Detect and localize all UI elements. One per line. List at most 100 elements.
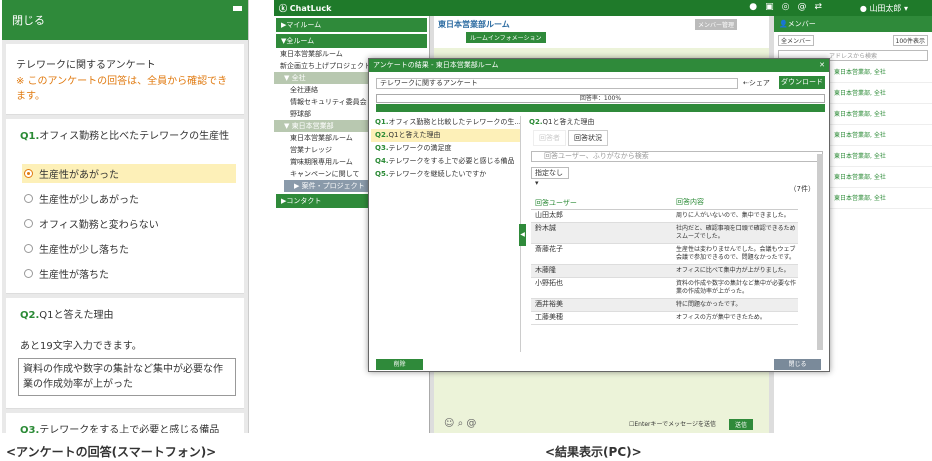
- response-rate-label: 回答率：100%: [376, 94, 825, 103]
- emoji-icon[interactable]: ☺ ⌕ @: [444, 418, 476, 429]
- option-2[interactable]: 生産性が少しあがった: [22, 189, 236, 208]
- respondent-name: 鈴木誠: [535, 224, 556, 232]
- option-label: 生産性が落ちた: [39, 270, 109, 281]
- room-header: 東日本営業部ルーム メンバー管理 ルームインフォメーション: [434, 16, 769, 48]
- table-row: 工藤美穂 オフィスの方が集中できたため。: [531, 312, 798, 325]
- respondent-name: 斎藤花子: [535, 245, 563, 253]
- question-q2: Q2.Q1と答えた理由: [6, 298, 244, 337]
- question-number: Q3.: [20, 425, 40, 433]
- user-menu[interactable]: ● 山田太郎 ▾: [860, 3, 908, 14]
- enter-send-checkbox[interactable]: ☐Enterキーでメッセージを送信: [629, 419, 716, 428]
- question-number: Q2.: [20, 310, 40, 321]
- member-header: 👤メンバー: [774, 16, 932, 32]
- response-rate-bar: [376, 104, 825, 112]
- send-button[interactable]: 送信: [728, 419, 753, 430]
- response-content: オフィスに比べて集中力が上がりました。: [676, 267, 790, 274]
- option-4[interactable]: 生産性が少し落ちた: [22, 239, 236, 258]
- radio-icon[interactable]: [24, 269, 33, 278]
- survey-header-card: テレワークに関するアンケート ※ このアンケートの回答は、全員から確認できます。: [6, 44, 244, 115]
- allroom-header[interactable]: ▼全ルーム: [276, 34, 427, 48]
- detail-title: Q2.Q1と答えた理由: [529, 118, 595, 126]
- respondent-name: 酒井裕美: [535, 300, 563, 308]
- close-icon[interactable]: ✕: [819, 59, 825, 72]
- question-item[interactable]: Q2.Q1と答えた理由: [371, 129, 520, 142]
- question-item[interactable]: Q4.テレワークをする上で必要と感じる備品: [371, 155, 520, 168]
- response-content: 社内だと、確認事項を口頭で確認できるためスムーズでした。: [676, 225, 796, 240]
- table-row: 小野拓也 資料の作成や数字の集計など集中が必要な作業の作成効率が上がった。: [531, 278, 798, 299]
- option-label: オフィス勤務と変わらない: [39, 220, 159, 231]
- top-icons: ● ▣ ◎ @ ⇄: [749, 2, 822, 12]
- option-label: 生産性があがった: [39, 170, 119, 181]
- option-3[interactable]: オフィス勤務と変わらない: [22, 214, 236, 233]
- table-row: 斎藤花子 生産性は変わりませんでした。会議もウェブ会議で参加できるので、問題なかっ…: [531, 244, 798, 265]
- smartphone-screen: 閉じる テレワークに関するアンケート ※ このアンケートの回答は、全員から確認で…: [2, 0, 249, 433]
- option-label: 生産性が少しあがった: [39, 195, 139, 206]
- globe-icon[interactable]: ◎: [782, 2, 790, 12]
- chevron-left-icon[interactable]: ◀: [519, 224, 526, 246]
- question-item[interactable]: Q3.テレワークの満足度: [371, 142, 520, 155]
- download-button[interactable]: ダウンロード: [779, 76, 825, 89]
- refresh-icon[interactable]: ⇄: [814, 2, 822, 12]
- per-page-select[interactable]: 100件表示: [892, 35, 928, 46]
- response-content: 特に問題なかったです。: [676, 301, 742, 308]
- top-bar: ⓚ ChatLuck ● ▣ ◎ @ ⇄ ● 山田太郎 ▾: [274, 0, 932, 16]
- tab-status[interactable]: 回答状況: [568, 130, 608, 146]
- response-content: 資料の作成や数字の集計など集中が必要な作業の作成効率が上がった。: [676, 280, 797, 295]
- response-content: 生産性は変わりませんでした。会議もウェブ会議で参加できるので、問題なかったです。: [676, 246, 796, 261]
- respondent-name: 小野拓也: [535, 279, 563, 287]
- radio-icon[interactable]: [24, 244, 33, 253]
- option-label: 生産性が少し落ちた: [39, 245, 129, 256]
- tab-respondents[interactable]: 回答者: [533, 130, 566, 146]
- caption-pc: <結果表示(PC)>: [545, 445, 642, 459]
- radio-icon[interactable]: [24, 219, 33, 228]
- chat-icon[interactable]: ▣: [765, 2, 774, 12]
- option-5[interactable]: 生産性が落ちた: [22, 264, 236, 283]
- delete-button[interactable]: 削除: [376, 359, 423, 370]
- modal-title: アンケートの結果 - 東日本営業部ルーム: [373, 61, 499, 69]
- question-card-q2: Q2.Q1と答えた理由 あと19文字入力できます。 資料の作成や数字の集計など集…: [6, 298, 244, 409]
- answer-textarea[interactable]: 資料の作成や数字の集計など集中が必要な作業の作成効率が上がった: [18, 358, 236, 396]
- question-q1: Q1.オフィス勤務と比べたテレワークの生産性: [6, 119, 244, 164]
- radio-selected-icon[interactable]: [24, 169, 33, 178]
- question-card-q1: Q1.オフィス勤務と比べたテレワークの生産性 生産性があがった 生産性が少しあが…: [6, 119, 244, 294]
- visibility-notice: ※ このアンケートの回答は、全員から確認できます。: [16, 76, 228, 102]
- question-card-q3: Q3.テレワークをする上で必要と感じる備品: [6, 413, 244, 433]
- question-number: Q1.: [20, 131, 40, 142]
- respondent-name: 工藤美穂: [535, 313, 563, 321]
- table-header: 回答ユーザー 回答内容: [531, 196, 798, 210]
- table-row: 酒井裕美 特に問題なかったです。: [531, 299, 798, 312]
- question-text: Q1と答えた理由: [39, 310, 114, 321]
- myroom-header[interactable]: ▶マイルーム: [276, 18, 427, 32]
- battery-icon: [233, 6, 242, 11]
- question-list: Q1.オフィス勤務と比較したテレワークの生... Q2.Q1と答えた理由 Q3.…: [371, 116, 521, 352]
- share-button[interactable]: ⇠シェア: [743, 78, 770, 88]
- question-item[interactable]: Q5.テレワークを継続したいですか: [371, 168, 520, 181]
- radio-icon[interactable]: [24, 194, 33, 203]
- response-content: オフィスの方が集中できたため。: [676, 314, 766, 321]
- member-filter-select[interactable]: 全メンバー: [778, 35, 815, 46]
- member-manage-button[interactable]: メンバー管理: [694, 19, 737, 30]
- question-text: オフィス勤務と比べたテレワークの生産性: [39, 131, 230, 142]
- pc-screen: ⓚ ChatLuck ● ▣ ◎ @ ⇄ ● 山田太郎 ▾ ▶マイルーム ▼全ル…: [274, 0, 932, 433]
- room-title: 東日本営業部ルーム: [438, 20, 510, 29]
- modal-titlebar: アンケートの結果 - 東日本営業部ルーム ✕: [369, 59, 829, 72]
- person-icon[interactable]: ●: [749, 2, 757, 12]
- close-button[interactable]: 閉じる: [774, 359, 821, 370]
- remaining-chars: あと19文字入力できます。: [20, 341, 142, 352]
- filter-select[interactable]: 指定なし ▾: [531, 167, 569, 187]
- question-q3: Q3.テレワークをする上で必要と感じる備品: [6, 413, 244, 433]
- room-info-button[interactable]: ルームインフォメーション: [466, 32, 546, 43]
- at-icon[interactable]: @: [797, 2, 806, 12]
- question-item[interactable]: Q1.オフィス勤務と比較したテレワークの生...: [371, 116, 520, 129]
- member-filters: 全メンバー 100件表示: [774, 32, 932, 49]
- caption-smartphone: <アンケートの回答(スマートフォン)>: [6, 445, 217, 459]
- response-content: 周りに人がいないので、集中できました。: [676, 212, 790, 219]
- close-button[interactable]: 閉じる: [12, 12, 45, 28]
- option-1[interactable]: 生産性があがった: [22, 164, 236, 183]
- respondent-name: 山田太郎: [535, 211, 563, 219]
- respondent-name: 木藤隆: [535, 266, 556, 274]
- respondent-search[interactable]: 回答ユーザー、ふりがなから検索: [531, 151, 823, 162]
- table-row: 山田太郎 周りに人がいないので、集中できました。: [531, 210, 798, 223]
- scrollbar[interactable]: [817, 154, 823, 350]
- survey-title: テレワークに関するアンケート: [16, 60, 156, 71]
